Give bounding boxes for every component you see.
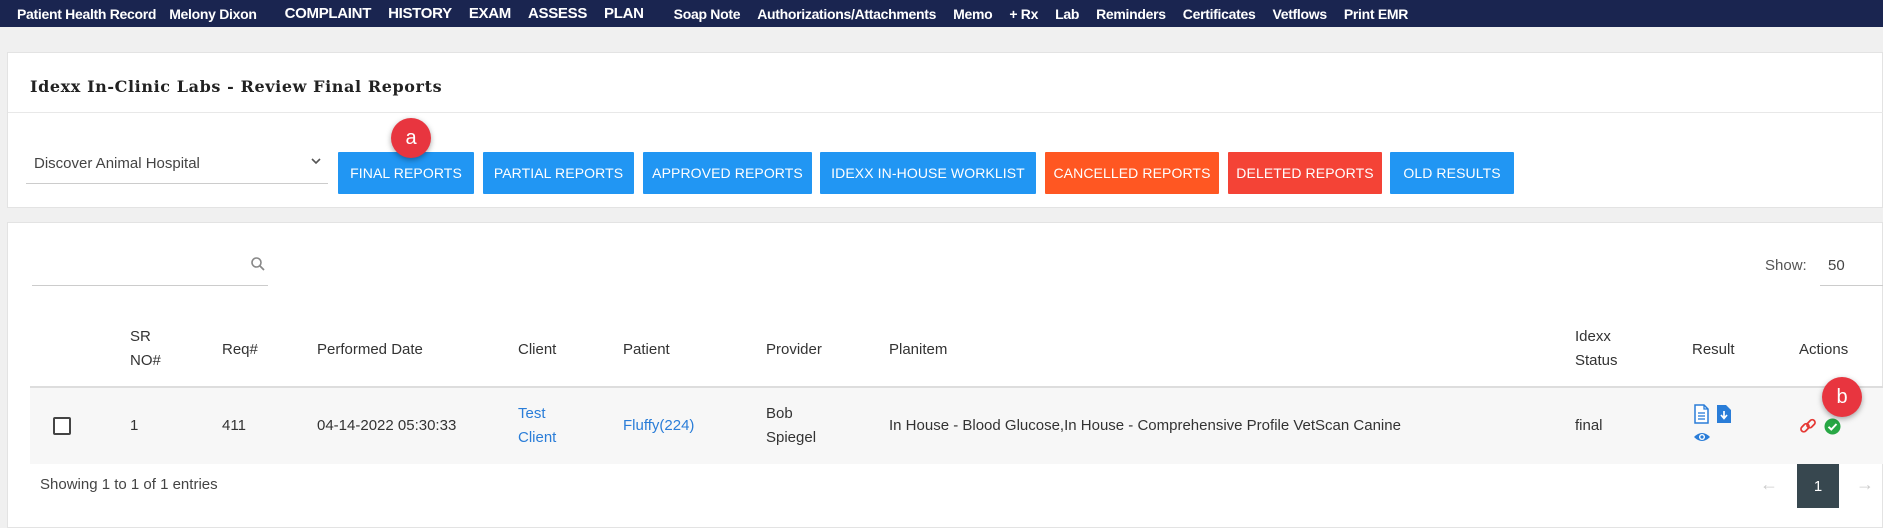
cell-patient-link[interactable]: Fluffy(224) xyxy=(623,414,694,438)
cell-idexx-status: final xyxy=(1575,417,1603,434)
header-provider: Provider xyxy=(766,341,822,358)
header-sr-no: SR NO# xyxy=(130,325,161,373)
nav-memo[interactable]: Memo xyxy=(953,6,993,22)
header-planitem: Planitem xyxy=(889,341,948,358)
nav-rx[interactable]: + Rx xyxy=(1009,6,1038,22)
download-icon[interactable] xyxy=(1716,404,1732,429)
pagination-next-button[interactable]: → xyxy=(1856,474,1874,495)
callout-b: b xyxy=(1822,377,1862,417)
title-divider xyxy=(8,112,1883,113)
approved-reports-button[interactable]: APPROVED REPORTS xyxy=(643,152,812,194)
header-req: Req# xyxy=(222,341,258,358)
header-client: Client xyxy=(518,341,557,358)
document-icon[interactable] xyxy=(1693,404,1710,429)
provider-line1: Bob xyxy=(766,405,793,422)
nav-lab[interactable]: Lab xyxy=(1055,6,1079,22)
nav-certificates[interactable]: Certificates xyxy=(1183,6,1256,22)
idexx-worklist-button[interactable]: IDEXX IN-HOUSE WORKLIST xyxy=(820,152,1036,194)
header-patient: Patient xyxy=(623,341,670,358)
nav-reminders[interactable]: Reminders xyxy=(1096,6,1166,22)
cell-performed-date: 04-14-2022 05:30:33 xyxy=(317,417,457,434)
table-info: Showing 1 to 1 of 1 entries xyxy=(40,476,218,493)
provider-line2: Spiegel xyxy=(766,429,817,446)
header-idexx-line1: Idexx xyxy=(1575,328,1611,345)
cell-planitem: In House - Blood Glucose,In House - Comp… xyxy=(889,417,1401,434)
eye-icon[interactable] xyxy=(1693,430,1711,449)
header-actions: Actions xyxy=(1799,341,1849,358)
page-title: Idexx In-Clinic Labs - Review Final Repo… xyxy=(30,77,443,96)
nav-assess[interactable]: ASSESS xyxy=(528,5,587,22)
app-brand: Patient Health Record xyxy=(17,5,157,22)
nav-plan[interactable]: PLAN xyxy=(604,5,644,22)
clinic-select[interactable]: Discover Animal Hospital xyxy=(26,146,328,184)
clinic-select-value: Discover Animal Hospital xyxy=(34,155,200,172)
nav-history[interactable]: HISTORY xyxy=(388,5,452,22)
nav-vetflows[interactable]: Vetflows xyxy=(1272,6,1327,22)
page-size-label: Show: xyxy=(1765,257,1807,274)
nav-exam[interactable]: EXAM xyxy=(469,5,511,22)
header-sr-no-line2: NO# xyxy=(130,352,161,369)
final-reports-button[interactable]: FINAL REPORTS xyxy=(338,152,474,194)
check-circle-icon[interactable] xyxy=(1824,418,1841,440)
nav-complaint[interactable]: COMPLAINT xyxy=(285,5,372,22)
cell-req: 411 xyxy=(222,417,246,434)
header-sr-no-line1: SR xyxy=(130,328,151,345)
cancelled-reports-button[interactable]: CANCELLED REPORTS xyxy=(1045,152,1219,194)
client-line2: Client xyxy=(518,429,557,446)
cell-sr-no: 1 xyxy=(130,417,139,434)
page-size-value: 50 xyxy=(1828,257,1845,274)
search-input[interactable] xyxy=(32,248,268,286)
callout-a: a xyxy=(391,118,431,158)
nav-print-emr[interactable]: Print EMR xyxy=(1344,6,1409,22)
header-result: Result xyxy=(1692,341,1735,358)
partial-reports-button[interactable]: PARTIAL REPORTS xyxy=(483,152,634,194)
deleted-reports-button[interactable]: DELETED REPORTS xyxy=(1228,152,1382,194)
page-size-select[interactable]: 50 xyxy=(1820,248,1883,286)
old-results-button[interactable]: OLD RESULTS xyxy=(1390,152,1514,194)
cell-provider: Bob Spiegel xyxy=(766,402,816,450)
nav-authorizations[interactable]: Authorizations/Attachments xyxy=(757,6,936,22)
link-icon[interactable] xyxy=(1799,417,1817,440)
nav-soap-note[interactable]: Soap Note xyxy=(674,6,741,22)
cell-client-link[interactable]: Test Client xyxy=(518,402,556,450)
search-icon xyxy=(250,256,266,277)
header-idexx-status: Idexx Status xyxy=(1575,325,1618,373)
row-checkbox[interactable] xyxy=(53,417,71,435)
patient-name: Melony Dixon xyxy=(169,5,257,22)
header-idexx-line2: Status xyxy=(1575,352,1618,369)
reports-table-panel xyxy=(7,222,1883,528)
client-line1: Test xyxy=(518,405,546,422)
pagination-page-1[interactable]: 1 xyxy=(1797,464,1839,508)
chevron-down-icon xyxy=(310,154,322,170)
pagination-prev-button[interactable]: ← xyxy=(1760,474,1778,495)
top-navbar: Patient Health Record Melony Dixon COMPL… xyxy=(0,0,1883,27)
header-performed-date: Performed Date xyxy=(317,341,423,358)
